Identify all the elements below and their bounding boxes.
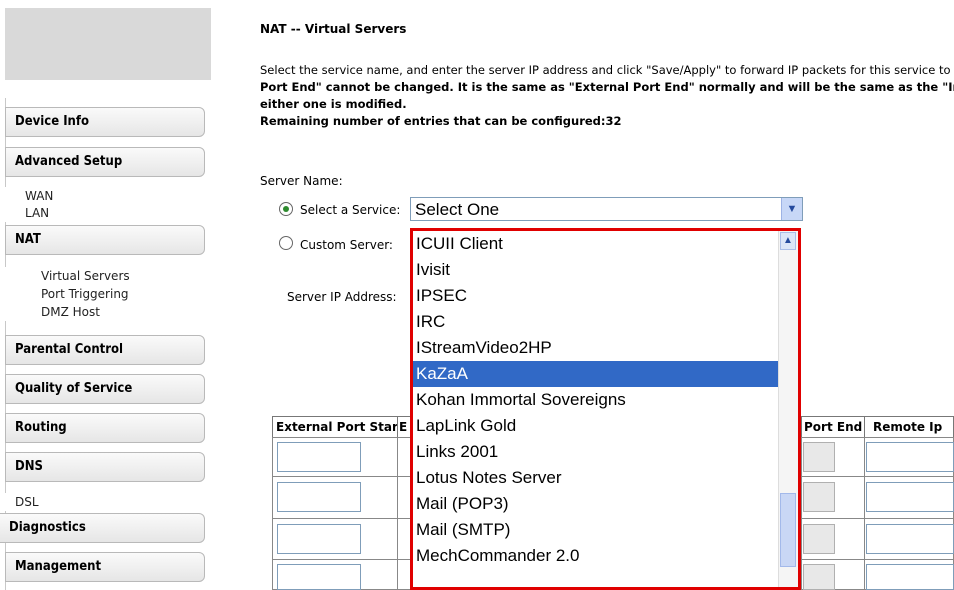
remote-ip-input[interactable] bbox=[866, 482, 954, 512]
page-title: NAT -- Virtual Servers bbox=[260, 22, 407, 36]
desc-line-1: Select the service name, and enter the s… bbox=[260, 63, 951, 77]
dropdown-option[interactable]: LapLink Gold bbox=[413, 413, 779, 439]
scrollbar-thumb[interactable] bbox=[780, 493, 796, 567]
desc-line-3: either one is modified. bbox=[260, 97, 407, 111]
dropdown-options: ICUII Client Ivisit IPSEC IRC IStreamVideo2H… bbox=[413, 231, 779, 569]
remote-ip-input[interactable] bbox=[866, 442, 954, 472]
col-external-port-end: E bbox=[397, 416, 411, 438]
col-remote-ip: Remote Ip bbox=[864, 416, 954, 438]
internal-port-end-input bbox=[803, 524, 835, 554]
col-internal-port-end: Port End bbox=[801, 416, 865, 438]
nav-quality-of-service[interactable]: Quality of Service bbox=[5, 374, 205, 404]
dropdown-option[interactable]: IPSEC bbox=[413, 283, 779, 309]
nav-virtual-servers[interactable]: Virtual Servers bbox=[5, 267, 205, 285]
page-description: Select the service name, and enter the s… bbox=[260, 62, 954, 130]
external-port-start-input[interactable] bbox=[277, 564, 361, 590]
nav-dsl[interactable]: DSL bbox=[5, 493, 205, 511]
internal-port-end-input bbox=[803, 442, 835, 472]
nav-wan[interactable]: WAN bbox=[5, 187, 205, 205]
dropdown-option[interactable]: KaZaA bbox=[413, 361, 779, 387]
internal-port-end-input bbox=[803, 482, 835, 512]
internal-port-end-input bbox=[803, 564, 835, 590]
nav-dmz-host[interactable]: DMZ Host bbox=[5, 303, 205, 321]
logo-area bbox=[5, 8, 211, 80]
nav-dns[interactable]: DNS bbox=[5, 452, 205, 482]
dropdown-option[interactable]: IRC bbox=[413, 309, 779, 335]
select-service-radio[interactable] bbox=[279, 202, 293, 216]
nav-device-info[interactable]: Device Info bbox=[5, 107, 205, 137]
table-cell bbox=[397, 437, 411, 477]
chevron-down-icon[interactable]: ▼ bbox=[781, 198, 802, 220]
service-dropdown-list[interactable]: ICUII Client Ivisit IPSEC IRC IStreamVideo2H… bbox=[410, 228, 801, 590]
table-cell bbox=[397, 518, 411, 560]
select-service-label: Select a Service: bbox=[300, 203, 401, 217]
table-cell bbox=[397, 559, 411, 590]
dropdown-option[interactable]: ICUII Client bbox=[413, 231, 779, 257]
dropdown-option[interactable]: Mail (POP3) bbox=[413, 491, 779, 517]
nav-nat[interactable]: NAT bbox=[5, 225, 205, 255]
table-cell bbox=[397, 476, 411, 519]
custom-server-radio[interactable] bbox=[279, 236, 293, 250]
server-ip-label: Server IP Address: bbox=[287, 290, 397, 304]
dropdown-option[interactable]: Kohan Immortal Sovereigns bbox=[413, 387, 779, 413]
dropdown-option[interactable]: Lotus Notes Server bbox=[413, 465, 779, 491]
external-port-start-input[interactable] bbox=[277, 482, 361, 512]
remaining-entries: Remaining number of entries that can be … bbox=[260, 114, 622, 128]
dropdown-option[interactable]: Links 2001 bbox=[413, 439, 779, 465]
nav-routing[interactable]: Routing bbox=[5, 413, 205, 443]
remote-ip-input[interactable] bbox=[866, 524, 954, 554]
nav-advanced-setup[interactable]: Advanced Setup bbox=[5, 147, 205, 177]
nav-management[interactable]: Management bbox=[5, 552, 205, 582]
service-select[interactable]: Select One ▼ bbox=[410, 197, 803, 221]
service-select-value: Select One bbox=[415, 200, 500, 219]
dropdown-scrollbar[interactable]: ▲ bbox=[778, 231, 798, 587]
col-external-port-start: External Port Start bbox=[272, 416, 398, 438]
chevron-up-icon[interactable]: ▲ bbox=[780, 232, 796, 250]
nav-port-triggering[interactable]: Port Triggering bbox=[5, 285, 205, 303]
external-port-start-input[interactable] bbox=[277, 442, 361, 472]
desc-line-2: Port End" cannot be changed. It is the s… bbox=[260, 80, 954, 94]
custom-server-label: Custom Server: bbox=[300, 238, 393, 252]
nav-diagnostics[interactable]: Diagnostics bbox=[0, 513, 205, 543]
server-name-label: Server Name: bbox=[260, 174, 343, 188]
dropdown-option[interactable]: Ivisit bbox=[413, 257, 779, 283]
dropdown-option[interactable]: IStreamVideo2HP bbox=[413, 335, 779, 361]
external-port-start-input[interactable] bbox=[277, 524, 361, 554]
remote-ip-input[interactable] bbox=[866, 564, 954, 590]
dropdown-option[interactable]: MechCommander 2.0 bbox=[413, 543, 779, 569]
nav-parental-control[interactable]: Parental Control bbox=[5, 335, 205, 365]
dropdown-option[interactable]: Mail (SMTP) bbox=[413, 517, 779, 543]
nav-lan[interactable]: LAN bbox=[5, 204, 205, 222]
